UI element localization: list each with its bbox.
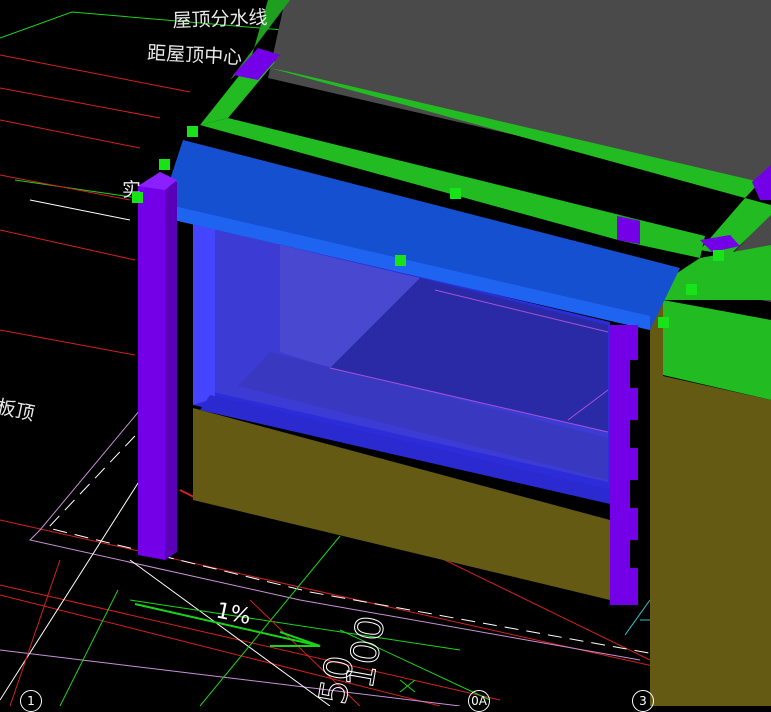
grip-handle[interactable] (450, 188, 461, 199)
grid-axis-0a[interactable]: 0A (468, 690, 490, 712)
grid-axis-3[interactable]: 3 (632, 690, 654, 712)
model-canvas[interactable]: 1% 100 50 (0, 0, 771, 706)
column-left[interactable] (138, 172, 177, 560)
grip-handle[interactable] (132, 192, 143, 203)
roof-center-label: 距屋顶中心 (146, 41, 243, 69)
column-right[interactable] (610, 325, 639, 605)
grip-handle[interactable] (159, 159, 170, 170)
grip-handle[interactable] (686, 284, 697, 295)
grip-handle[interactable] (658, 317, 669, 328)
grip-handle[interactable] (713, 250, 724, 261)
roof-divide-label: 屋顶分水线 (172, 6, 268, 32)
cad-3d-viewport[interactable]: 1% 100 50 屋顶分水线 距屋顶中心 实 板顶 1 0A 3 (0, 0, 771, 712)
grid-axis-1[interactable]: 1 (20, 690, 42, 712)
dimension-50: 50 (311, 652, 363, 706)
grip-handle[interactable] (395, 255, 406, 266)
grip-handle[interactable] (187, 126, 198, 137)
